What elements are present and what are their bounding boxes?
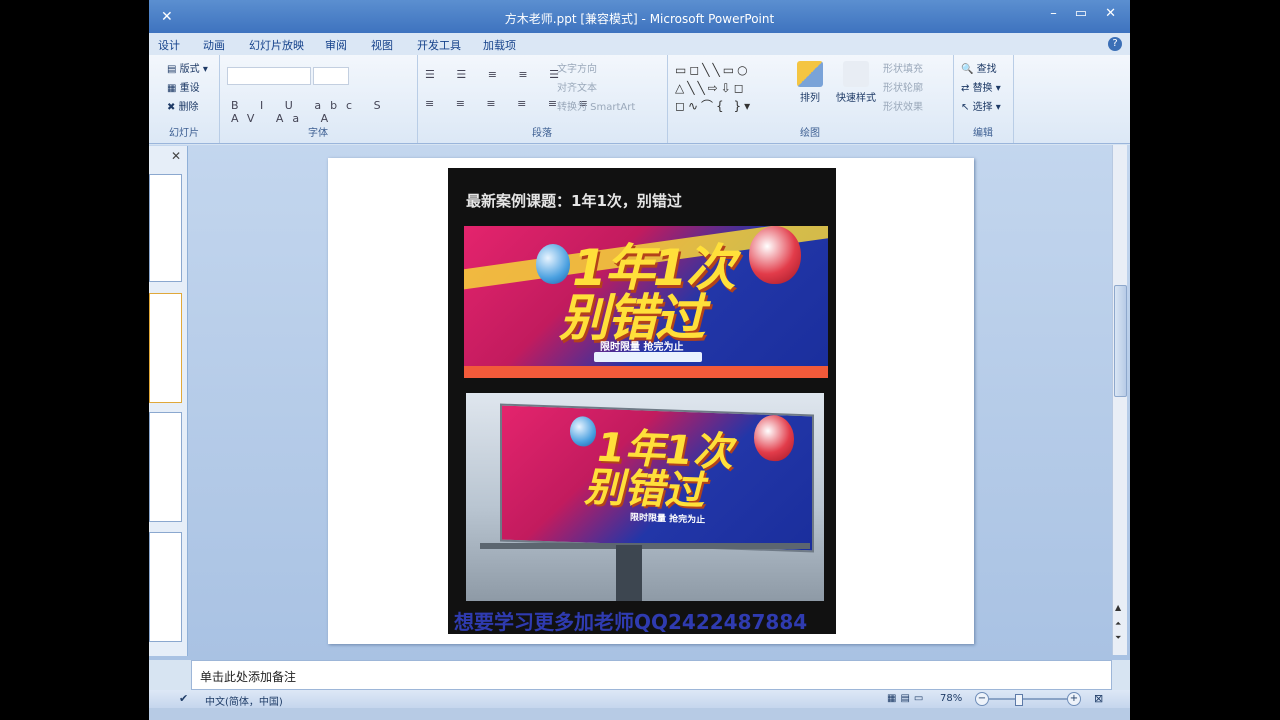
reset-button[interactable]: ▦ 重设: [167, 79, 200, 94]
slide-thumbnail[interactable]: [149, 532, 182, 642]
editing-group: 🔍 查找 ⇄ 替换 ▾ ↖ 选择 ▾ 编辑: [953, 55, 1014, 143]
zoom-in-icon[interactable]: +: [1067, 692, 1081, 706]
fit-to-window-icon[interactable]: ⊠: [1094, 692, 1103, 705]
prev-slide-icon[interactable]: ⏶: [1115, 619, 1121, 629]
language-indicator[interactable]: 中文(简体，中国): [205, 693, 283, 708]
scroll-up-icon[interactable]: ▲: [1115, 603, 1121, 612]
poster-image: 最新案例课题：1年1次，别错过 1年1次 别错过 限时限量 抢完为止 1年1次 …: [448, 168, 836, 634]
paragraph-group: ☰ ☰ ≡ ≡ ☰ ≡ ≡ ≡ ≡ ≡ ≡ 文字方向 对齐文本 转换为 Smar…: [417, 55, 668, 143]
quick-styles-button[interactable]: 快速样式: [831, 61, 881, 104]
banner-bottom-band: [464, 366, 828, 378]
billboard-subtitle: 限时限量 抢完为止: [630, 513, 706, 526]
balloon-icon: [570, 415, 596, 447]
billboard-rail: [480, 543, 810, 549]
banner-date-bar: [594, 352, 702, 362]
next-slide-icon[interactable]: ⏷: [1115, 633, 1121, 643]
zoom-level[interactable]: 78%: [940, 693, 962, 704]
close-button[interactable]: ✕: [1105, 6, 1116, 21]
zoom-out-icon[interactable]: −: [975, 692, 989, 706]
shape-fill-button[interactable]: 形状填充: [883, 60, 923, 75]
slide-thumbnail[interactable]: [149, 412, 182, 522]
tab-addins[interactable]: 加载项: [483, 37, 516, 53]
balloon-icon: [754, 414, 794, 462]
replace-button[interactable]: ⇄ 替换 ▾: [961, 79, 1001, 94]
view-buttons[interactable]: ▦▤▭: [887, 693, 927, 704]
window-title: 方木老师.ppt [兼容模式] - Microsoft PowerPoint: [504, 12, 775, 26]
shapes-gallery[interactable]: ▭◻╲╲▭○ △╲╲⇨⇩◻ ◻∿⌒{ }▾: [675, 61, 785, 115]
arrange-icon: [797, 61, 823, 87]
select-button[interactable]: ↖ 选择 ▾: [961, 98, 1001, 113]
slide-thumbnail[interactable]: [149, 174, 182, 282]
font-format-row[interactable]: B I U abc S AV Aa A: [231, 99, 417, 125]
tab-slideshow[interactable]: 幻灯片放映: [249, 37, 304, 53]
font-group-label: 字体: [308, 128, 328, 139]
scrollbar-thumb[interactable]: [1114, 285, 1127, 397]
text-direction-button[interactable]: 文字方向: [557, 60, 597, 75]
balloon-icon: [749, 226, 801, 284]
tab-design[interactable]: 设计: [158, 37, 180, 53]
zoom-track: [989, 698, 1067, 700]
tab-developer[interactable]: 开发工具: [417, 37, 461, 53]
smartart-button[interactable]: 转换为 SmartArt: [557, 98, 635, 113]
banner-subtitle: 限时限量 抢完为止: [600, 342, 684, 353]
delete-button[interactable]: ✖ 删除: [167, 98, 199, 113]
notes-placeholder: 单击此处添加备注: [200, 670, 297, 684]
paragraph-group-label: 段落: [532, 128, 552, 139]
tab-review[interactable]: 审阅: [325, 37, 347, 53]
window-controls: – ▭ ✕: [1050, 6, 1116, 21]
close-icon[interactable]: ✕: [171, 149, 181, 163]
billboard-board: 1年1次 别错过 限时限量 抢完为止: [500, 403, 814, 553]
quick-styles-icon: [843, 61, 869, 87]
notes-pane[interactable]: 单击此处添加备注: [191, 660, 1112, 690]
shape-outline-button[interactable]: 形状轮廓: [883, 79, 923, 94]
billboard-mockup: 1年1次 别错过 限时限量 抢完为止: [466, 393, 824, 601]
drawing-group-label: 绘图: [800, 128, 820, 139]
drawing-group: ▭◻╲╲▭○ △╲╲⇨⇩◻ ◻∿⌒{ }▾ 排列 快速样式 形状填充 形状轮廓 形状…: [667, 55, 954, 143]
slide-thumbnail-panel: ✕: [149, 146, 188, 656]
poster-title: 最新案例课题：1年1次，别错过: [466, 192, 682, 210]
billboard-post: [616, 545, 642, 601]
slide-thumbnail-selected[interactable]: [149, 293, 182, 403]
ribbon: ▤ 版式 ▾ ▦ 重设 ✖ 删除 幻灯片 B I U abc S AV Aa A…: [149, 55, 1130, 144]
slides-group: ▤ 版式 ▾ ▦ 重设 ✖ 删除 幻灯片: [149, 55, 220, 143]
ribbon-tabs: 设计 动画 幻灯片放映 审阅 视图 开发工具 加载项 ?: [149, 33, 1130, 55]
zoom-slider[interactable]: − +: [975, 692, 1081, 706]
billboard-headline-2: 别错过: [584, 464, 704, 515]
slides-group-label: 幻灯片: [169, 128, 199, 139]
minimize-button[interactable]: –: [1050, 6, 1057, 21]
help-icon[interactable]: ?: [1108, 37, 1122, 51]
layout-button[interactable]: ▤ 版式 ▾: [167, 60, 208, 75]
tab-view[interactable]: 视图: [371, 37, 393, 53]
slide-canvas[interactable]: 最新案例课题：1年1次，别错过 1年1次 别错过 限时限量 抢完为止 1年1次 …: [328, 158, 974, 644]
font-group: B I U abc S AV Aa A 字体: [219, 55, 418, 143]
tab-animations[interactable]: 动画: [203, 37, 225, 53]
font-size-input[interactable]: [313, 67, 349, 85]
bottom-strip: [149, 708, 1130, 720]
spellcheck-icon[interactable]: ✔: [179, 692, 188, 705]
zoom-knob[interactable]: [1015, 694, 1023, 706]
arrange-button[interactable]: 排列: [793, 61, 827, 104]
find-button[interactable]: 🔍 查找: [961, 60, 997, 75]
font-name-input[interactable]: [227, 67, 311, 85]
align-text-button[interactable]: 对齐文本: [557, 79, 597, 94]
title-bar: ✕ 方木老师.ppt [兼容模式] - Microsoft PowerPoint…: [149, 0, 1130, 33]
list-buttons[interactable]: ☰ ☰ ≡ ≡ ☰: [425, 68, 568, 81]
vertical-scrollbar[interactable]: ▲ ⏶ ⏷: [1112, 145, 1127, 655]
banner-graphic: 1年1次 别错过 限时限量 抢完为止: [464, 226, 828, 378]
restore-button[interactable]: ▭: [1075, 6, 1087, 21]
editing-group-label: 编辑: [973, 128, 993, 139]
powerpoint-window: ✕ 方木老师.ppt [兼容模式] - Microsoft PowerPoint…: [149, 0, 1130, 720]
poster-contact-text: 想要学习更多加老师QQ2422487884: [454, 610, 808, 634]
status-bar: ✔ 中文(简体，中国) ▦▤▭ 78% − + ⊠: [149, 690, 1130, 708]
shape-effects-button[interactable]: 形状效果: [883, 98, 923, 113]
